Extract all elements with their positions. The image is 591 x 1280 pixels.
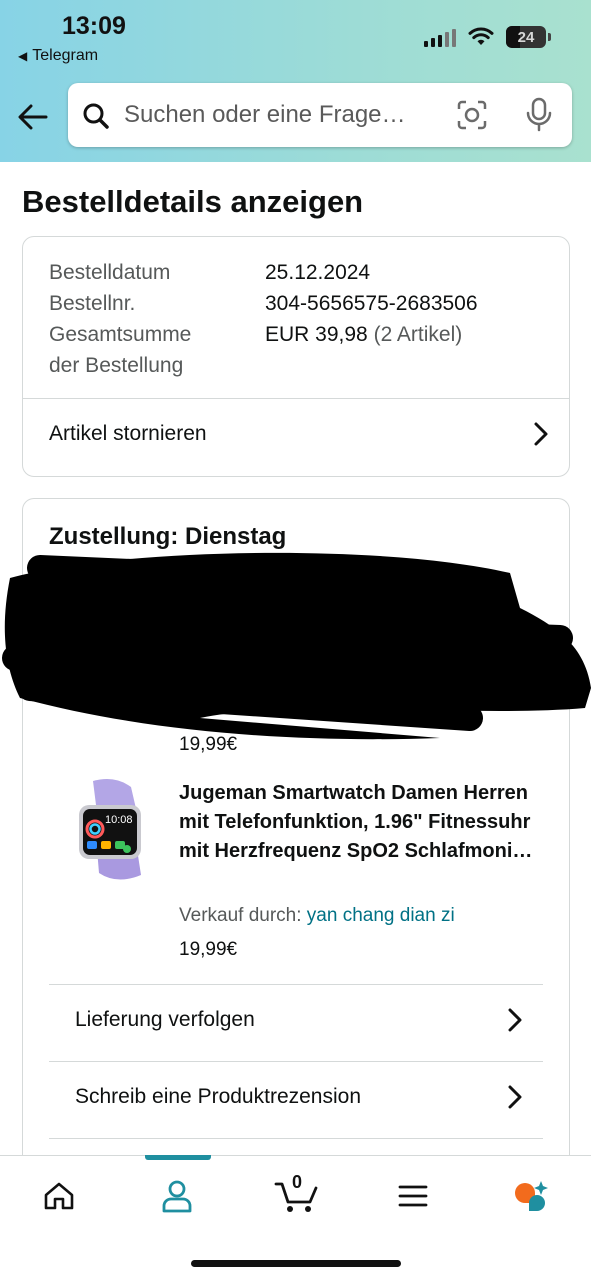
item2-price: 19,99€ bbox=[179, 939, 238, 960]
battery-icon: 24 bbox=[506, 26, 546, 48]
tab-home[interactable] bbox=[37, 1174, 81, 1218]
status-icons: 24 bbox=[424, 26, 551, 48]
page-title: Bestelldetails anzeigen bbox=[22, 184, 364, 219]
tab-menu[interactable] bbox=[391, 1174, 435, 1218]
active-tab-indicator bbox=[145, 1155, 211, 1160]
back-arrow-icon[interactable] bbox=[16, 100, 50, 134]
seller-info: Verkauf durch: yan chang dian zi bbox=[179, 905, 455, 927]
seller-label: Verkauf durch: bbox=[179, 905, 307, 926]
order-total-amount: EUR 39,98 bbox=[265, 323, 368, 346]
order-date-label: Bestelldatum bbox=[49, 261, 171, 284]
divider bbox=[49, 984, 543, 985]
home-icon bbox=[44, 1182, 74, 1210]
order-info: Bestelldatum 25.12.2024 Bestellnr. 304-5… bbox=[49, 257, 545, 381]
divider bbox=[23, 398, 569, 399]
search-input[interactable] bbox=[124, 99, 424, 131]
microphone-icon[interactable] bbox=[524, 97, 554, 133]
order-summary-card: Bestelldatum 25.12.2024 Bestellnr. 304-5… bbox=[22, 236, 570, 477]
order-number-value: 304-5656575-2683506 bbox=[265, 292, 478, 315]
order-total-label: Gesamtsumme der Bestellung bbox=[49, 323, 192, 377]
wifi-icon bbox=[468, 27, 494, 45]
account-icon bbox=[162, 1180, 192, 1213]
product-title-link[interactable]: Jugeman Smartwatch Damen Herren mit Tele… bbox=[179, 779, 551, 866]
status-time: 13:09 bbox=[62, 12, 126, 40]
back-app-label: Telegram bbox=[32, 47, 99, 64]
order-item-count: (2 Artikel) bbox=[373, 323, 463, 346]
cart-count: 0 bbox=[292, 1172, 303, 1192]
chevron-right-icon bbox=[508, 1085, 522, 1109]
divider bbox=[49, 1138, 543, 1139]
home-indicator bbox=[191, 1260, 401, 1267]
tab-rufus[interactable] bbox=[509, 1174, 553, 1218]
cancel-items-label: Artikel stornieren bbox=[49, 422, 207, 445]
order-total-value: EUR 39,98 (2 Artikel) bbox=[265, 319, 545, 381]
track-delivery-label: Lieferung verfolgen bbox=[75, 1008, 255, 1031]
write-review-link[interactable]: Schreib eine Produktrezension bbox=[75, 1077, 523, 1117]
seller-link[interactable]: yan chang dian zi bbox=[307, 905, 455, 926]
header: 13:09 ◀ Telegram 24 bbox=[0, 0, 591, 162]
chevron-right-icon bbox=[534, 422, 548, 446]
delivery-card: Zustellung: Dienstag 19,99€ 10:08 Jugema… bbox=[22, 498, 570, 1198]
cancel-items-link[interactable]: Artikel stornieren bbox=[49, 414, 549, 454]
item1-price: 19,99€ bbox=[179, 734, 238, 755]
back-triangle-icon: ◀ bbox=[18, 49, 28, 63]
menu-icon bbox=[398, 1185, 428, 1207]
delivery-heading: Zustellung: Dienstag bbox=[49, 523, 287, 550]
write-review-label: Schreib eine Produktrezension bbox=[75, 1085, 362, 1108]
divider bbox=[49, 1061, 543, 1062]
camera-scan-icon[interactable] bbox=[456, 99, 488, 131]
smartwatch-product-image[interactable]: 10:08 bbox=[57, 777, 157, 881]
track-delivery-link[interactable]: Lieferung verfolgen bbox=[75, 1000, 523, 1040]
rufus-icon bbox=[515, 1181, 548, 1211]
watch-face-time: 10:08 bbox=[105, 814, 133, 826]
tab-account[interactable] bbox=[155, 1174, 199, 1218]
search-bar[interactable] bbox=[68, 83, 572, 147]
order-date-value: 25.12.2024 bbox=[265, 261, 371, 284]
order-number-label: Bestellnr. bbox=[49, 292, 136, 315]
battery-tip bbox=[548, 33, 551, 41]
back-to-app-link[interactable]: ◀ Telegram bbox=[18, 47, 98, 65]
chevron-right-icon bbox=[508, 1008, 522, 1032]
cellular-signal-icon bbox=[424, 27, 456, 47]
search-icon bbox=[83, 103, 109, 129]
